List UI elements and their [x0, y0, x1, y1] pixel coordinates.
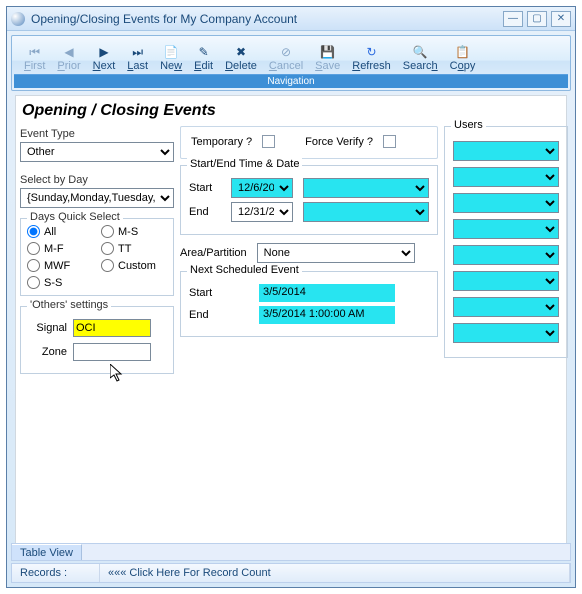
- window: Opening/Closing Events for My Company Ac…: [6, 6, 576, 588]
- days-ms-label: M-S: [118, 226, 138, 238]
- start-end-legend: Start/End Time & Date: [187, 158, 302, 170]
- signal-input[interactable]: [73, 319, 151, 337]
- end-date-select[interactable]: 12/31/2: [231, 202, 293, 222]
- close-button[interactable]: ✕: [551, 11, 571, 27]
- copy-button[interactable]: 📋Copy: [444, 42, 482, 74]
- navigation-label: Navigation: [14, 74, 568, 88]
- window-title: Opening/Closing Events for My Company Ac…: [31, 12, 503, 26]
- days-quick-legend: Days Quick Select: [27, 211, 123, 223]
- tab-table-view[interactable]: Table View: [12, 544, 82, 560]
- refresh-button[interactable]: ↻Refresh: [346, 42, 397, 74]
- end-label: End: [189, 206, 221, 218]
- page-title: Opening / Closing Events: [22, 102, 562, 120]
- days-ms-radio[interactable]: [101, 225, 114, 238]
- delete-button[interactable]: ✖Delete: [219, 42, 263, 74]
- days-mf-radio[interactable]: [27, 242, 40, 255]
- force-verify-label: Force Verify ?: [305, 136, 373, 148]
- maximize-button[interactable]: ▢: [527, 11, 547, 27]
- force-verify-checkbox[interactable]: [383, 135, 396, 148]
- nse-end-label: End: [189, 309, 249, 321]
- flags-panel: Temporary ? Force Verify ?: [180, 126, 438, 159]
- search-button[interactable]: 🔍Search: [397, 42, 444, 74]
- minimize-button[interactable]: —: [503, 11, 523, 27]
- days-tt-radio[interactable]: [101, 242, 114, 255]
- left-column: Event Type Other Select by Day {Sunday,M…: [20, 126, 174, 374]
- others-settings-group: 'Others' settings Signal Zone: [20, 306, 174, 374]
- nse-end-value: 3/5/2014 1:00:00 AM: [259, 306, 395, 324]
- end-time-select[interactable]: [303, 202, 429, 222]
- records-label: Records :: [12, 564, 100, 582]
- edit-button[interactable]: ✎Edit: [188, 42, 219, 74]
- cancel-button[interactable]: ⊘Cancel: [263, 42, 309, 74]
- start-time-select[interactable]: [303, 178, 429, 198]
- days-mwf-label: MWF: [44, 260, 70, 272]
- nse-start-value: 3/5/2014: [259, 284, 395, 302]
- zone-label: Zone: [27, 346, 67, 358]
- user-1-select[interactable]: [453, 141, 559, 161]
- start-date-select[interactable]: 12/6/20: [231, 178, 293, 198]
- nse-legend: Next Scheduled Event: [187, 264, 302, 276]
- app-icon: [11, 12, 25, 26]
- user-4-select[interactable]: [453, 219, 559, 239]
- start-end-group: Start/End Time & Date Start 12/6/20 End …: [180, 165, 438, 235]
- nse-start-label: Start: [189, 287, 249, 299]
- signal-label: Signal: [27, 322, 67, 334]
- user-8-select[interactable]: [453, 323, 559, 343]
- area-partition-select[interactable]: None: [257, 243, 415, 263]
- days-all-label: All: [44, 226, 56, 238]
- prior-button[interactable]: ◀Prior: [51, 42, 86, 74]
- users-column: Users: [444, 126, 568, 374]
- users-group: Users: [444, 126, 568, 358]
- days-tt-label: TT: [118, 243, 131, 255]
- days-mf-label: M-F: [44, 243, 64, 255]
- users-legend: Users: [451, 119, 486, 131]
- days-mwf-radio[interactable]: [27, 259, 40, 272]
- days-ss-radio[interactable]: [27, 276, 40, 289]
- new-button[interactable]: 📄New: [154, 42, 188, 74]
- titlebar: Opening/Closing Events for My Company Ac…: [7, 7, 575, 31]
- user-3-select[interactable]: [453, 193, 559, 213]
- start-label: Start: [189, 182, 221, 194]
- select-by-day-select[interactable]: {Sunday,Monday,Tuesday,W: [20, 188, 174, 208]
- area-partition-label: Area/Partition: [180, 247, 247, 259]
- user-6-select[interactable]: [453, 271, 559, 291]
- last-button[interactable]: ⏭Last: [121, 42, 154, 74]
- first-button[interactable]: ⏮First: [18, 42, 51, 74]
- next-scheduled-group: Next Scheduled Event Start 3/5/2014 End …: [180, 271, 438, 337]
- window-controls: — ▢ ✕: [503, 11, 571, 27]
- user-2-select[interactable]: [453, 167, 559, 187]
- middle-column: Temporary ? Force Verify ? Start/End Tim…: [180, 126, 438, 374]
- toolbar: ⏮First ◀Prior ▶Next ⏭Last 📄New ✎Edit ✖De…: [11, 35, 571, 91]
- days-quick-select-group: Days Quick Select All M-S M-F TT MWF Cus…: [20, 218, 174, 296]
- record-count-hint[interactable]: ««« Click Here For Record Count: [100, 564, 570, 582]
- days-custom-label: Custom: [118, 260, 156, 272]
- select-by-day-label: Select by Day: [20, 174, 174, 186]
- days-custom-radio[interactable]: [101, 259, 114, 272]
- next-button[interactable]: ▶Next: [87, 42, 122, 74]
- temporary-label: Temporary ?: [191, 136, 252, 148]
- event-type-label: Event Type: [20, 128, 174, 140]
- temporary-checkbox[interactable]: [262, 135, 275, 148]
- save-button[interactable]: 💾Save: [309, 42, 346, 74]
- statusbar: Records : ««« Click Here For Record Coun…: [11, 563, 571, 583]
- content-panel: Opening / Closing Events Event Type Othe…: [15, 95, 567, 545]
- event-type-select[interactable]: Other: [20, 142, 174, 162]
- others-legend: 'Others' settings: [27, 299, 111, 311]
- zone-input[interactable]: [73, 343, 151, 361]
- days-ss-label: S-S: [44, 277, 62, 289]
- user-5-select[interactable]: [453, 245, 559, 265]
- days-all-radio[interactable]: [27, 225, 40, 238]
- user-7-select[interactable]: [453, 297, 559, 317]
- tab-strip: Table View: [11, 543, 571, 561]
